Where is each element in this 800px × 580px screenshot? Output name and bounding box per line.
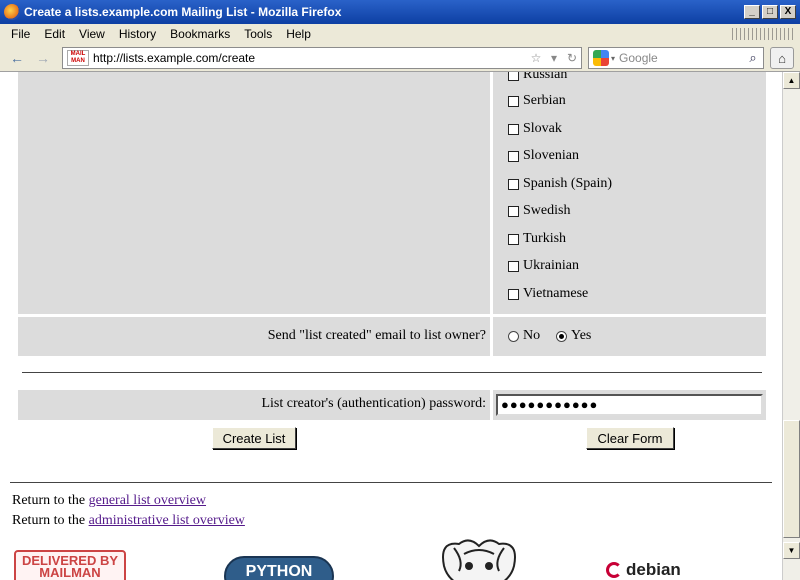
gnu-logo[interactable] [434,536,524,580]
general-overview-line: Return to the general list overview [12,493,206,509]
language-label: Slovak [523,121,562,136]
menu-tools[interactable]: Tools [237,27,279,41]
url-input[interactable]: http://lists.example.com/create [93,51,527,65]
notify-yes-radio[interactable] [556,330,567,342]
url-dropdown-icon[interactable]: ▾ [545,51,563,65]
mailman-logo[interactable]: DELIVERED BY MAILMAN [14,550,126,580]
language-option[interactable]: Serbian [508,92,566,110]
notify-options-cell: No Yes [493,317,766,356]
admin-overview-link[interactable]: administrative list overview [89,513,245,528]
notify-yes-label: Yes [571,328,592,343]
close-button[interactable]: X [780,5,796,19]
notify-no-label: No [523,328,541,343]
scroll-thumb[interactable] [783,420,800,538]
engine-dropdown-icon[interactable]: ▾ [611,54,615,63]
minimize-button[interactable]: _ [744,5,760,19]
language-checkbox[interactable] [508,260,519,272]
menu-file[interactable]: File [4,27,37,41]
language-option[interactable]: Slovak [508,120,562,138]
notify-label-cell: Send "list created" email to list owner? [18,317,490,356]
search-input[interactable]: Google [619,51,743,65]
language-option[interactable]: Ukrainian [508,257,579,275]
password-label: List creator's (authentication) password… [261,396,486,411]
language-checkbox[interactable] [508,95,519,107]
language-checkbox[interactable] [508,233,519,245]
debian-swirl-icon [606,562,622,578]
admin-overview-line: Return to the administrative list overvi… [12,513,245,529]
language-option[interactable]: Slovenian [508,147,579,165]
language-label: Turkish [523,231,567,246]
password-label-cell: List creator's (authentication) password… [18,390,490,420]
back-icon[interactable]: ← [6,48,28,68]
google-engine-icon[interactable] [593,50,609,66]
forward-icon[interactable]: → [32,48,54,68]
menu-bookmarks[interactable]: Bookmarks [163,27,237,41]
language-label: Russian [523,72,568,82]
language-label: Vietnamese [523,286,589,301]
return-text: Return to the [12,513,89,528]
notify-yes-option[interactable]: Yes [556,328,591,344]
return-text: Return to the [12,493,89,508]
menu-history[interactable]: History [112,27,163,41]
language-checkbox[interactable] [508,288,519,300]
language-option[interactable]: Russian [508,72,567,84]
language-option[interactable]: Spanish (Spain) [508,175,612,193]
general-overview-link[interactable]: general list overview [89,493,206,508]
debian-logo-text: debian [626,562,681,579]
search-icon[interactable]: ⌕ [743,50,763,66]
scroll-down-arrow[interactable]: ▼ [783,542,800,559]
language-label-cell [18,72,490,314]
home-icon[interactable]: ⌂ [770,47,794,69]
scroll-up-arrow[interactable]: ▲ [783,72,800,89]
language-checkbox[interactable] [508,150,519,162]
window-title: Create a lists.example.com Mailing List … [24,5,342,19]
clear-form-button[interactable]: Clear Form [586,427,674,449]
window-title-bar: Create a lists.example.com Mailing List … [0,0,800,24]
notify-owner-label: Send "list created" email to list owner? [267,328,486,343]
firefox-icon [4,4,20,20]
bookmark-star-icon[interactable]: ☆ [527,51,545,65]
maximize-button[interactable]: □ [762,5,778,19]
language-checkbox[interactable] [508,72,519,81]
language-label: Serbian [523,93,566,108]
language-checkbox[interactable] [508,123,519,135]
menu-edit[interactable]: Edit [37,27,72,41]
password-input[interactable]: ●●●●●●●●●●● [496,394,763,416]
site-favicon: MAIL MAN [67,50,89,66]
language-option[interactable]: Turkish [508,230,566,248]
footer-separator [10,482,772,483]
gnu-head-icon [442,539,516,580]
window-controls: _ □ X [744,5,796,19]
menu-bar: File Edit View History Bookmarks Tools H… [0,24,800,44]
vertical-scrollbar[interactable]: ▲ ▼ [782,72,800,580]
navigation-toolbar: ← → MAIL MAN http://lists.example.com/cr… [0,44,800,72]
language-option[interactable]: Vietnamese [508,285,588,303]
search-bar[interactable]: ▾ Google ⌕ [588,47,764,69]
language-label: Spanish (Spain) [523,176,613,191]
create-list-button[interactable]: Create List [212,427,296,449]
menu-view[interactable]: View [72,27,112,41]
language-checkbox[interactable] [508,178,519,190]
mailman-logo-text: DELIVERED BY MAILMAN [14,550,126,580]
language-label: Ukrainian [523,258,579,273]
separator-line [22,372,762,373]
debian-logo[interactable]: debian [606,562,696,580]
address-bar[interactable]: MAIL MAN http://lists.example.com/create… [62,47,582,69]
notify-no-radio[interactable] [508,330,519,342]
page-content: Russian Serbian Slovak Slovenian Spanish… [0,72,782,580]
language-label: Slovenian [523,148,579,163]
python-logo[interactable]: PYTHON [224,556,334,580]
toolbar-grip [732,28,794,40]
python-logo-text: PYTHON [224,556,334,580]
notify-no-option[interactable]: No [508,328,540,344]
language-checkbox[interactable] [508,205,519,217]
reload-icon[interactable]: ↻ [563,51,581,65]
language-option[interactable]: Swedish [508,202,570,220]
menu-help[interactable]: Help [279,27,318,41]
language-label: Swedish [523,203,571,218]
